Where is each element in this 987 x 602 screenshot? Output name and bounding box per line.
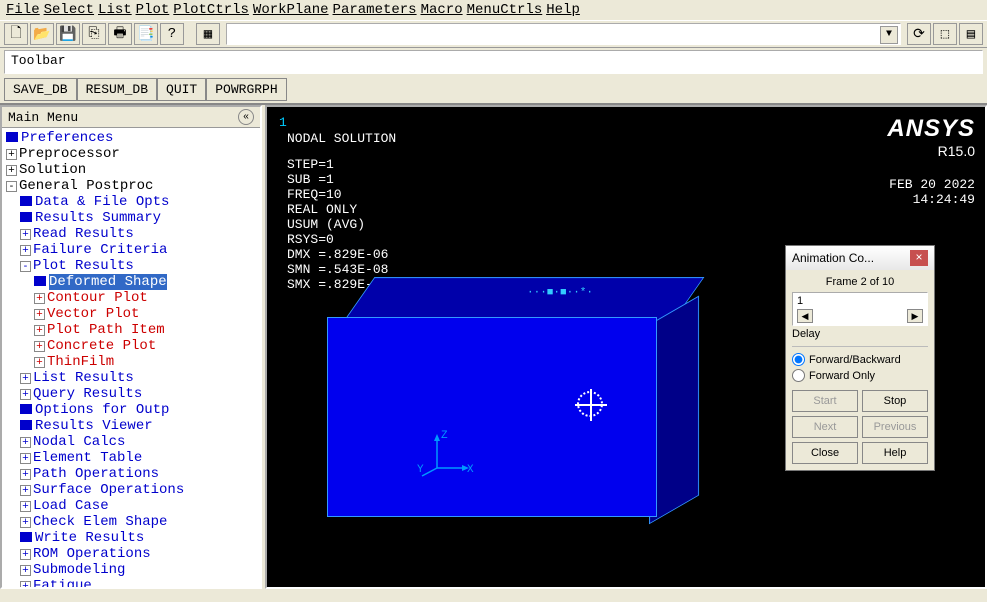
tree-item[interactable]: +Contour Plot bbox=[4, 290, 258, 306]
tree-item[interactable]: +Submodeling bbox=[4, 562, 258, 578]
quit-button[interactable]: QUIT bbox=[157, 78, 206, 101]
tree-item[interactable]: +Vector Plot bbox=[4, 306, 258, 322]
menu-menuctrls[interactable]: MenuCtrls bbox=[467, 2, 543, 18]
tree-item[interactable]: Options for Outp bbox=[4, 402, 258, 418]
tree-item[interactable]: Data & File Opts bbox=[4, 194, 258, 210]
window-number: 1 bbox=[279, 115, 287, 130]
menu-workplane[interactable]: WorkPlane bbox=[253, 2, 329, 18]
menu-parameters[interactable]: Parameters bbox=[333, 2, 417, 18]
solid-model: ···■·■··*· bbox=[327, 277, 697, 517]
refresh-icon[interactable]: ⟳ bbox=[907, 23, 931, 45]
tree-item[interactable]: +Load Case bbox=[4, 498, 258, 514]
tree-item[interactable]: Results Summary bbox=[4, 210, 258, 226]
delay-label: Delay bbox=[792, 328, 928, 340]
help-icon[interactable]: ? bbox=[160, 23, 184, 45]
frame-label: Frame 2 of 10 bbox=[792, 276, 928, 288]
collapse-icon[interactable]: « bbox=[238, 109, 254, 125]
tree-item[interactable]: +Read Results bbox=[4, 226, 258, 242]
tree-item[interactable]: +ROM Operations bbox=[4, 546, 258, 562]
stop-button[interactable]: Stop bbox=[862, 390, 928, 412]
slider-right-icon[interactable]: ▶ bbox=[907, 309, 923, 323]
help-button[interactable]: Help bbox=[862, 442, 928, 464]
menu-macro[interactable]: Macro bbox=[421, 2, 463, 18]
tree-item[interactable]: +Element Table bbox=[4, 450, 258, 466]
compass-icon bbox=[577, 391, 603, 417]
tree-item[interactable]: +Query Results bbox=[4, 386, 258, 402]
brand-text: ANSYS bbox=[887, 115, 975, 143]
save2-icon[interactable]: ⎘ bbox=[82, 23, 106, 45]
close-button[interactable]: Close bbox=[792, 442, 858, 464]
tree-item[interactable]: +Preprocessor bbox=[4, 146, 258, 162]
wire-icon[interactable]: ⬚ bbox=[933, 23, 957, 45]
grid-icon[interactable]: ▦ bbox=[196, 23, 220, 45]
tree-item[interactable]: +Check Elem Shape bbox=[4, 514, 258, 530]
main-menu-sidebar: Main Menu « Preferences+Preprocessor+Sol… bbox=[0, 105, 262, 589]
menu-plotctrls[interactable]: PlotCtrls bbox=[173, 2, 249, 18]
dots-icon[interactable]: ▤ bbox=[959, 23, 983, 45]
powrgraph-button[interactable]: POWRGRPH bbox=[206, 78, 286, 101]
tree-item[interactable]: +Solution bbox=[4, 162, 258, 178]
toolbar-label-box: Toolbar bbox=[4, 50, 983, 74]
tree-item[interactable]: Preferences bbox=[4, 130, 258, 146]
tree-item[interactable]: +Failure Criteria bbox=[4, 242, 258, 258]
radio-forward-only[interactable]: Forward Only bbox=[792, 369, 928, 382]
tree-item[interactable]: +Concrete Plot bbox=[4, 338, 258, 354]
tree-item[interactable]: +Fatigue bbox=[4, 578, 258, 587]
tree[interactable]: Preferences+Preprocessor+Solution-Genera… bbox=[2, 128, 260, 587]
report-icon[interactable]: 📑 bbox=[134, 23, 158, 45]
menu-select[interactable]: Select bbox=[44, 2, 94, 18]
tree-item[interactable]: +List Results bbox=[4, 370, 258, 386]
sidebar-title: Main Menu bbox=[8, 110, 78, 125]
delay-slider-box: 1 ◀ ▶ bbox=[792, 292, 928, 326]
resum-db-button[interactable]: RESUM_DB bbox=[77, 78, 157, 101]
dialog-title-text: Animation Co... bbox=[792, 251, 874, 265]
datetime: FEB 20 2022 14:24:49 bbox=[889, 177, 975, 207]
slider-value: 1 bbox=[797, 295, 923, 307]
date-text: FEB 20 2022 bbox=[889, 177, 975, 192]
time-text: 14:24:49 bbox=[889, 192, 975, 207]
animation-controller-dialog[interactable]: Animation Co... × Frame 2 of 10 1 ◀ ▶ De… bbox=[785, 245, 935, 471]
menu-plot[interactable]: Plot bbox=[136, 2, 170, 18]
sidebar-title-bar: Main Menu « bbox=[2, 107, 260, 128]
menu-list[interactable]: List bbox=[98, 2, 132, 18]
solution-title: NODAL SOLUTION bbox=[287, 131, 396, 146]
radio-forward-backward[interactable]: Forward/Backward bbox=[792, 353, 928, 366]
tree-item[interactable]: +Plot Path Item bbox=[4, 322, 258, 338]
tree-item[interactable]: Results Viewer bbox=[4, 418, 258, 434]
menu-file[interactable]: File bbox=[6, 2, 40, 18]
toolbar-buttons: SAVE_DB RESUM_DB QUIT POWRGRPH bbox=[0, 76, 987, 103]
tree-item[interactable]: +Path Operations bbox=[4, 466, 258, 482]
command-combo[interactable] bbox=[226, 23, 901, 45]
icon-toolbar: 🗋 📂 💾 ⎘ 🖶 📑 ? ▦ ⟳ ⬚ ▤ bbox=[0, 20, 987, 48]
open-icon[interactable]: 📂 bbox=[30, 23, 54, 45]
solution-info: STEP=1SUB =1FREQ=10REAL ONLYUSUM (AVG)RS… bbox=[287, 157, 388, 292]
tree-item[interactable]: +ThinFilm bbox=[4, 354, 258, 370]
print-icon[interactable]: 🖶 bbox=[108, 23, 132, 45]
new-icon[interactable]: 🗋 bbox=[4, 23, 28, 45]
toolbar-label: Toolbar bbox=[11, 53, 66, 68]
save-icon[interactable]: 💾 bbox=[56, 23, 80, 45]
next-button[interactable]: Next bbox=[792, 416, 858, 438]
previous-button[interactable]: Previous bbox=[862, 416, 928, 438]
tree-item[interactable]: +Surface Operations bbox=[4, 482, 258, 498]
slider-left-icon[interactable]: ◀ bbox=[797, 309, 813, 323]
dialog-titlebar[interactable]: Animation Co... × bbox=[786, 246, 934, 270]
menubar: File Select List Plot PlotCtrls WorkPlan… bbox=[0, 0, 987, 20]
ansys-logo: ANSYS R15.0 bbox=[887, 115, 975, 159]
start-button[interactable]: Start bbox=[792, 390, 858, 412]
close-icon[interactable]: × bbox=[910, 250, 928, 266]
menu-help[interactable]: Help bbox=[546, 2, 580, 18]
tree-item[interactable]: Deformed Shape bbox=[4, 274, 258, 290]
version-text: R15.0 bbox=[887, 143, 975, 159]
save-db-button[interactable]: SAVE_DB bbox=[4, 78, 77, 101]
tree-item[interactable]: -Plot Results bbox=[4, 258, 258, 274]
tree-item[interactable]: +Nodal Calcs bbox=[4, 434, 258, 450]
tree-item[interactable]: -General Postproc bbox=[4, 178, 258, 194]
tree-item[interactable]: Write Results bbox=[4, 530, 258, 546]
